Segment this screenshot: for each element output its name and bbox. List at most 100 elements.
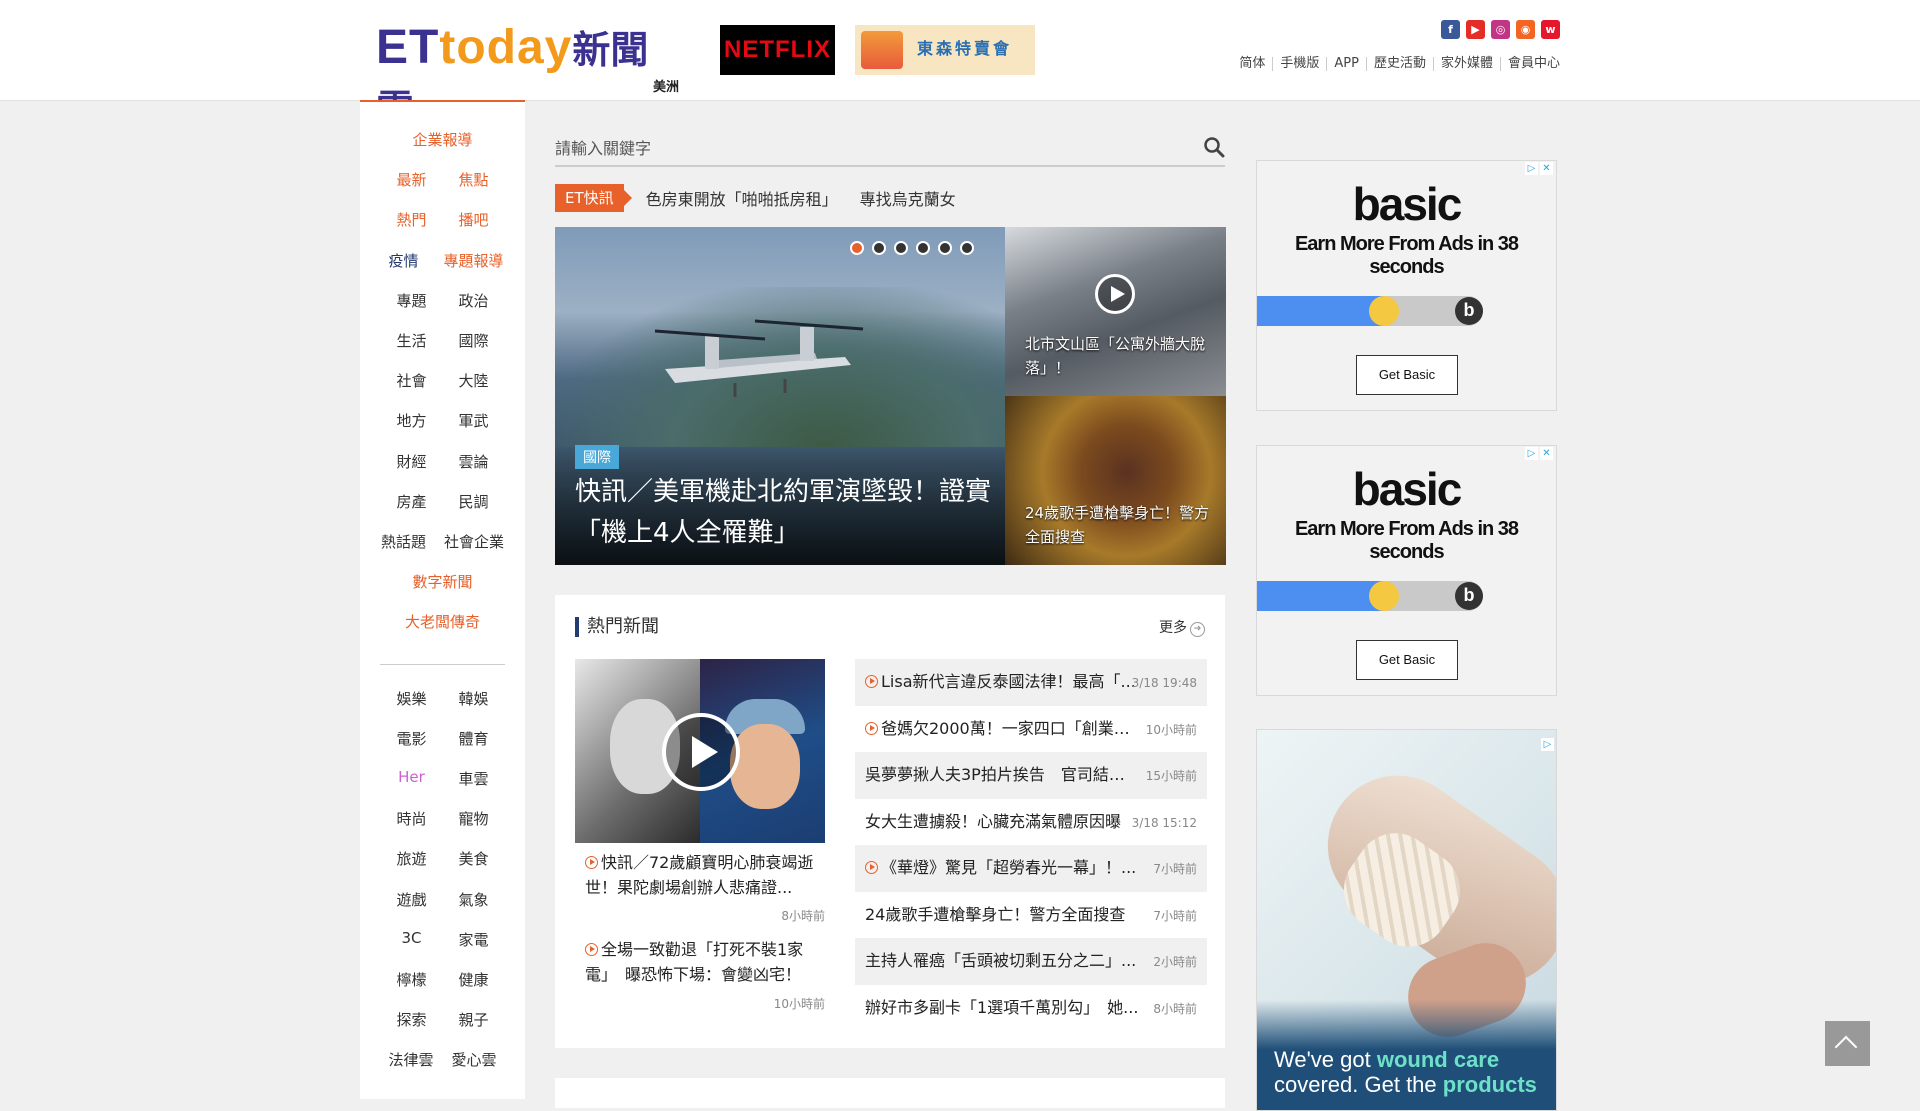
sidebar-item[interactable]: 最新 <box>390 169 434 190</box>
sidebar-item[interactable]: 3C <box>390 929 434 950</box>
hot-news-item[interactable]: 辦好市多副卡「1選項千萬別勾」 她... 8小時前 <box>855 985 1207 1032</box>
sidebar-item[interactable]: 家電 <box>452 929 496 950</box>
sidebar-item[interactable]: 數字新聞 <box>412 571 472 592</box>
back-to-top-button[interactable] <box>1825 1021 1870 1066</box>
hot-news-item[interactable]: 吳夢夢揪人夫3P拍片挨告 官司結果... 15小時前 <box>855 752 1207 799</box>
sidebar-item[interactable]: 民調 <box>452 491 496 512</box>
facebook-icon[interactable]: f <box>1441 20 1460 39</box>
ettoday-logo[interactable]: ETtoday新聞雲 美洲 <box>376 20 686 131</box>
featured-story[interactable]: 全場一致勸退「打死不裝1家電」 曝恐怖下場：會變凶宅！ <box>585 937 815 987</box>
sidebar-item[interactable]: 大老闆傳奇 <box>405 611 480 632</box>
sidebar-item[interactable]: 愛心雲 <box>452 1049 497 1070</box>
ticker-item[interactable]: 專找烏克蘭女 <box>860 186 956 210</box>
sidebar-item[interactable]: 疫情 <box>381 250 425 271</box>
sidebar-item[interactable]: 國際 <box>452 330 496 351</box>
sidebar-item[interactable]: 遊戲 <box>390 889 434 910</box>
top-link[interactable]: 简体 <box>1232 57 1272 71</box>
adchoices-icon[interactable]: ▷ <box>1525 162 1538 175</box>
sidebar-item[interactable]: 雲論 <box>452 451 496 472</box>
hero-title[interactable]: 快訊／美軍機赴北約軍演墜毀！證實「機上4人全罹難」 <box>575 472 995 554</box>
search-input[interactable] <box>555 133 1175 163</box>
hero-side-story[interactable]: 24歲歌手遭槍擊身亡！警方全面搜查 <box>1005 396 1226 565</box>
sidebar-item[interactable]: 體育 <box>452 728 496 749</box>
hot-news-item-title[interactable]: 24歲歌手遭槍擊身亡！警方全面搜查 <box>865 892 1140 938</box>
wound-care-ad[interactable]: ▷ We've got wound care covered. Get the … <box>1256 729 1557 1111</box>
hero-side-title[interactable]: 24歲歌手遭槍擊身亡！警方全面搜查 <box>1025 501 1215 549</box>
adchoices-icon[interactable]: ▷ <box>1525 447 1538 460</box>
hot-news-item[interactable]: Lisa新代言違反泰國法律！最高「... 3/18 19:48 <box>855 659 1207 706</box>
slide-dot[interactable] <box>916 241 930 255</box>
top-link[interactable]: 家外媒體 <box>1432 57 1500 71</box>
video-play-icon[interactable] <box>662 713 740 791</box>
slide-dot[interactable] <box>960 241 974 255</box>
sidebar-item[interactable]: 焦點 <box>452 169 496 190</box>
sidebar-item[interactable]: 社會企業 <box>444 531 504 552</box>
rss-icon[interactable]: ◉ <box>1516 20 1535 39</box>
sidebar-item[interactable]: 企業報導 <box>412 129 472 150</box>
ad-banner[interactable]: ▷ ✕ basic Earn More From Ads in 38 second… <box>1256 160 1557 411</box>
slide-dot[interactable] <box>938 241 952 255</box>
slide-dot[interactable] <box>850 241 864 255</box>
hot-news-item-title[interactable]: 主持人罹癌「舌頭被切剩五分之二」... <box>865 938 1140 984</box>
hot-news-item[interactable]: 主持人罹癌「舌頭被切剩五分之二」... 2小時前 <box>855 938 1207 985</box>
sidebar-item[interactable]: 探索 <box>390 1009 434 1030</box>
sidebar-item[interactable]: 熱門 <box>390 209 434 230</box>
hot-news-item[interactable]: 《華燈》驚見「超勞春光一幕」！... 7小時前 <box>855 845 1207 892</box>
sidebar-item[interactable]: 美食 <box>452 848 496 869</box>
sidebar-item[interactable]: 熱話題 <box>381 531 426 552</box>
hot-news-item[interactable]: 24歲歌手遭槍擊身亡！警方全面搜查 7小時前 <box>855 892 1207 939</box>
instagram-icon[interactable]: ◎ <box>1491 20 1510 39</box>
sidebar-item[interactable]: 親子 <box>452 1009 496 1030</box>
ad-choices[interactable]: ▷ ✕ <box>1525 447 1553 460</box>
hot-news-item-title[interactable]: 女大生遭擄殺！心臟充滿氣體原因曝 <box>865 799 1140 845</box>
featured-story[interactable]: 快訊／72歲顧寶明心肺衰竭逝世！果陀劇場創辦人悲痛證... <box>585 850 815 900</box>
slide-dot[interactable] <box>894 241 908 255</box>
sidebar-item[interactable]: 地方 <box>390 410 434 431</box>
sidebar-item[interactable]: 生活 <box>390 330 434 351</box>
sidebar-item[interactable]: 旅遊 <box>390 848 434 869</box>
ad-choices[interactable]: ▷ ✕ <box>1525 162 1553 175</box>
youtube-icon[interactable]: ▶ <box>1466 20 1485 39</box>
netflix-banner[interactable]: NETFLIX <box>720 25 835 75</box>
get-basic-button[interactable]: Get Basic <box>1356 640 1458 680</box>
hero-side-story[interactable]: 北市文山區「公寓外牆大脫落」！ <box>1005 227 1226 396</box>
hero-main-story[interactable]: 國際 快訊／美軍機赴北約軍演墜毀！證實「機上4人全罹難」 <box>555 227 1005 565</box>
hot-news-item-title[interactable]: 吳夢夢揪人夫3P拍片挨告 官司結果... <box>865 752 1140 798</box>
tosen-banner[interactable]: 東森特賣會 <box>855 25 1035 75</box>
hot-news-item[interactable]: 女大生遭擄殺！心臟充滿氣體原因曝 3/18 15:12 <box>855 799 1207 846</box>
ad-choices[interactable]: ▷ <box>1541 732 1554 751</box>
search-icon[interactable] <box>1203 136 1225 158</box>
hero-category-badge[interactable]: 國際 <box>575 445 619 469</box>
sidebar-item[interactable]: 專題 <box>390 290 434 311</box>
hero-side-title[interactable]: 北市文山區「公寓外牆大脫落」！ <box>1025 332 1215 380</box>
adchoices-icon[interactable]: ▷ <box>1541 738 1554 751</box>
sidebar-item[interactable]: 氣象 <box>452 889 496 910</box>
sidebar-item[interactable]: 大陸 <box>452 370 496 391</box>
sidebar-item[interactable]: 政治 <box>452 290 496 311</box>
sidebar-item[interactable]: 房產 <box>390 491 434 512</box>
weibo-icon[interactable]: w <box>1541 20 1560 39</box>
top-link[interactable]: 會員中心 <box>1499 57 1560 71</box>
sidebar-item[interactable]: 專題報導 <box>443 250 503 271</box>
featured-story-title[interactable]: 全場一致勸退「打死不裝1家電」 曝恐怖下場：會變凶宅！ <box>585 940 803 984</box>
sidebar-item[interactable]: 娛樂 <box>390 688 434 709</box>
sidebar-item[interactable]: 韓娛 <box>452 688 496 709</box>
top-link[interactable]: APP <box>1326 57 1366 71</box>
sidebar-item[interactable]: 法律雲 <box>388 1049 433 1070</box>
sidebar-item[interactable]: 電影 <box>390 728 434 749</box>
sidebar-item[interactable]: 車雲 <box>452 768 496 789</box>
hot-news-item-title[interactable]: Lisa新代言違反泰國法律！最高「... <box>865 659 1140 705</box>
top-link[interactable]: 歷史活動 <box>1365 57 1433 71</box>
sidebar-item[interactable]: 時尚 <box>390 808 434 829</box>
sidebar-item[interactable]: 播吧 <box>452 209 496 230</box>
sidebar-item[interactable]: 寵物 <box>452 808 496 829</box>
sidebar-item[interactable]: 健康 <box>452 969 496 990</box>
sidebar-item[interactable]: 財經 <box>390 451 434 472</box>
hot-news-item[interactable]: 爸媽欠2000萬！一家四口「創業賣... 10小時前 <box>855 706 1207 753</box>
more-link[interactable]: 更多 ➜ <box>1159 617 1205 637</box>
sidebar-item[interactable]: 檸檬 <box>390 969 434 990</box>
featured-story-title[interactable]: 快訊／72歲顧寶明心肺衰竭逝世！果陀劇場創辦人悲痛證... <box>585 853 813 897</box>
hot-news-item-title[interactable]: 《華燈》驚見「超勞春光一幕」！... <box>865 845 1140 891</box>
ad-banner[interactable]: ▷ ✕ basic Earn More From Ads in 38 second… <box>1256 445 1557 696</box>
ticker-item[interactable]: 色房東開放「啪啪抵房租」 <box>646 186 838 210</box>
